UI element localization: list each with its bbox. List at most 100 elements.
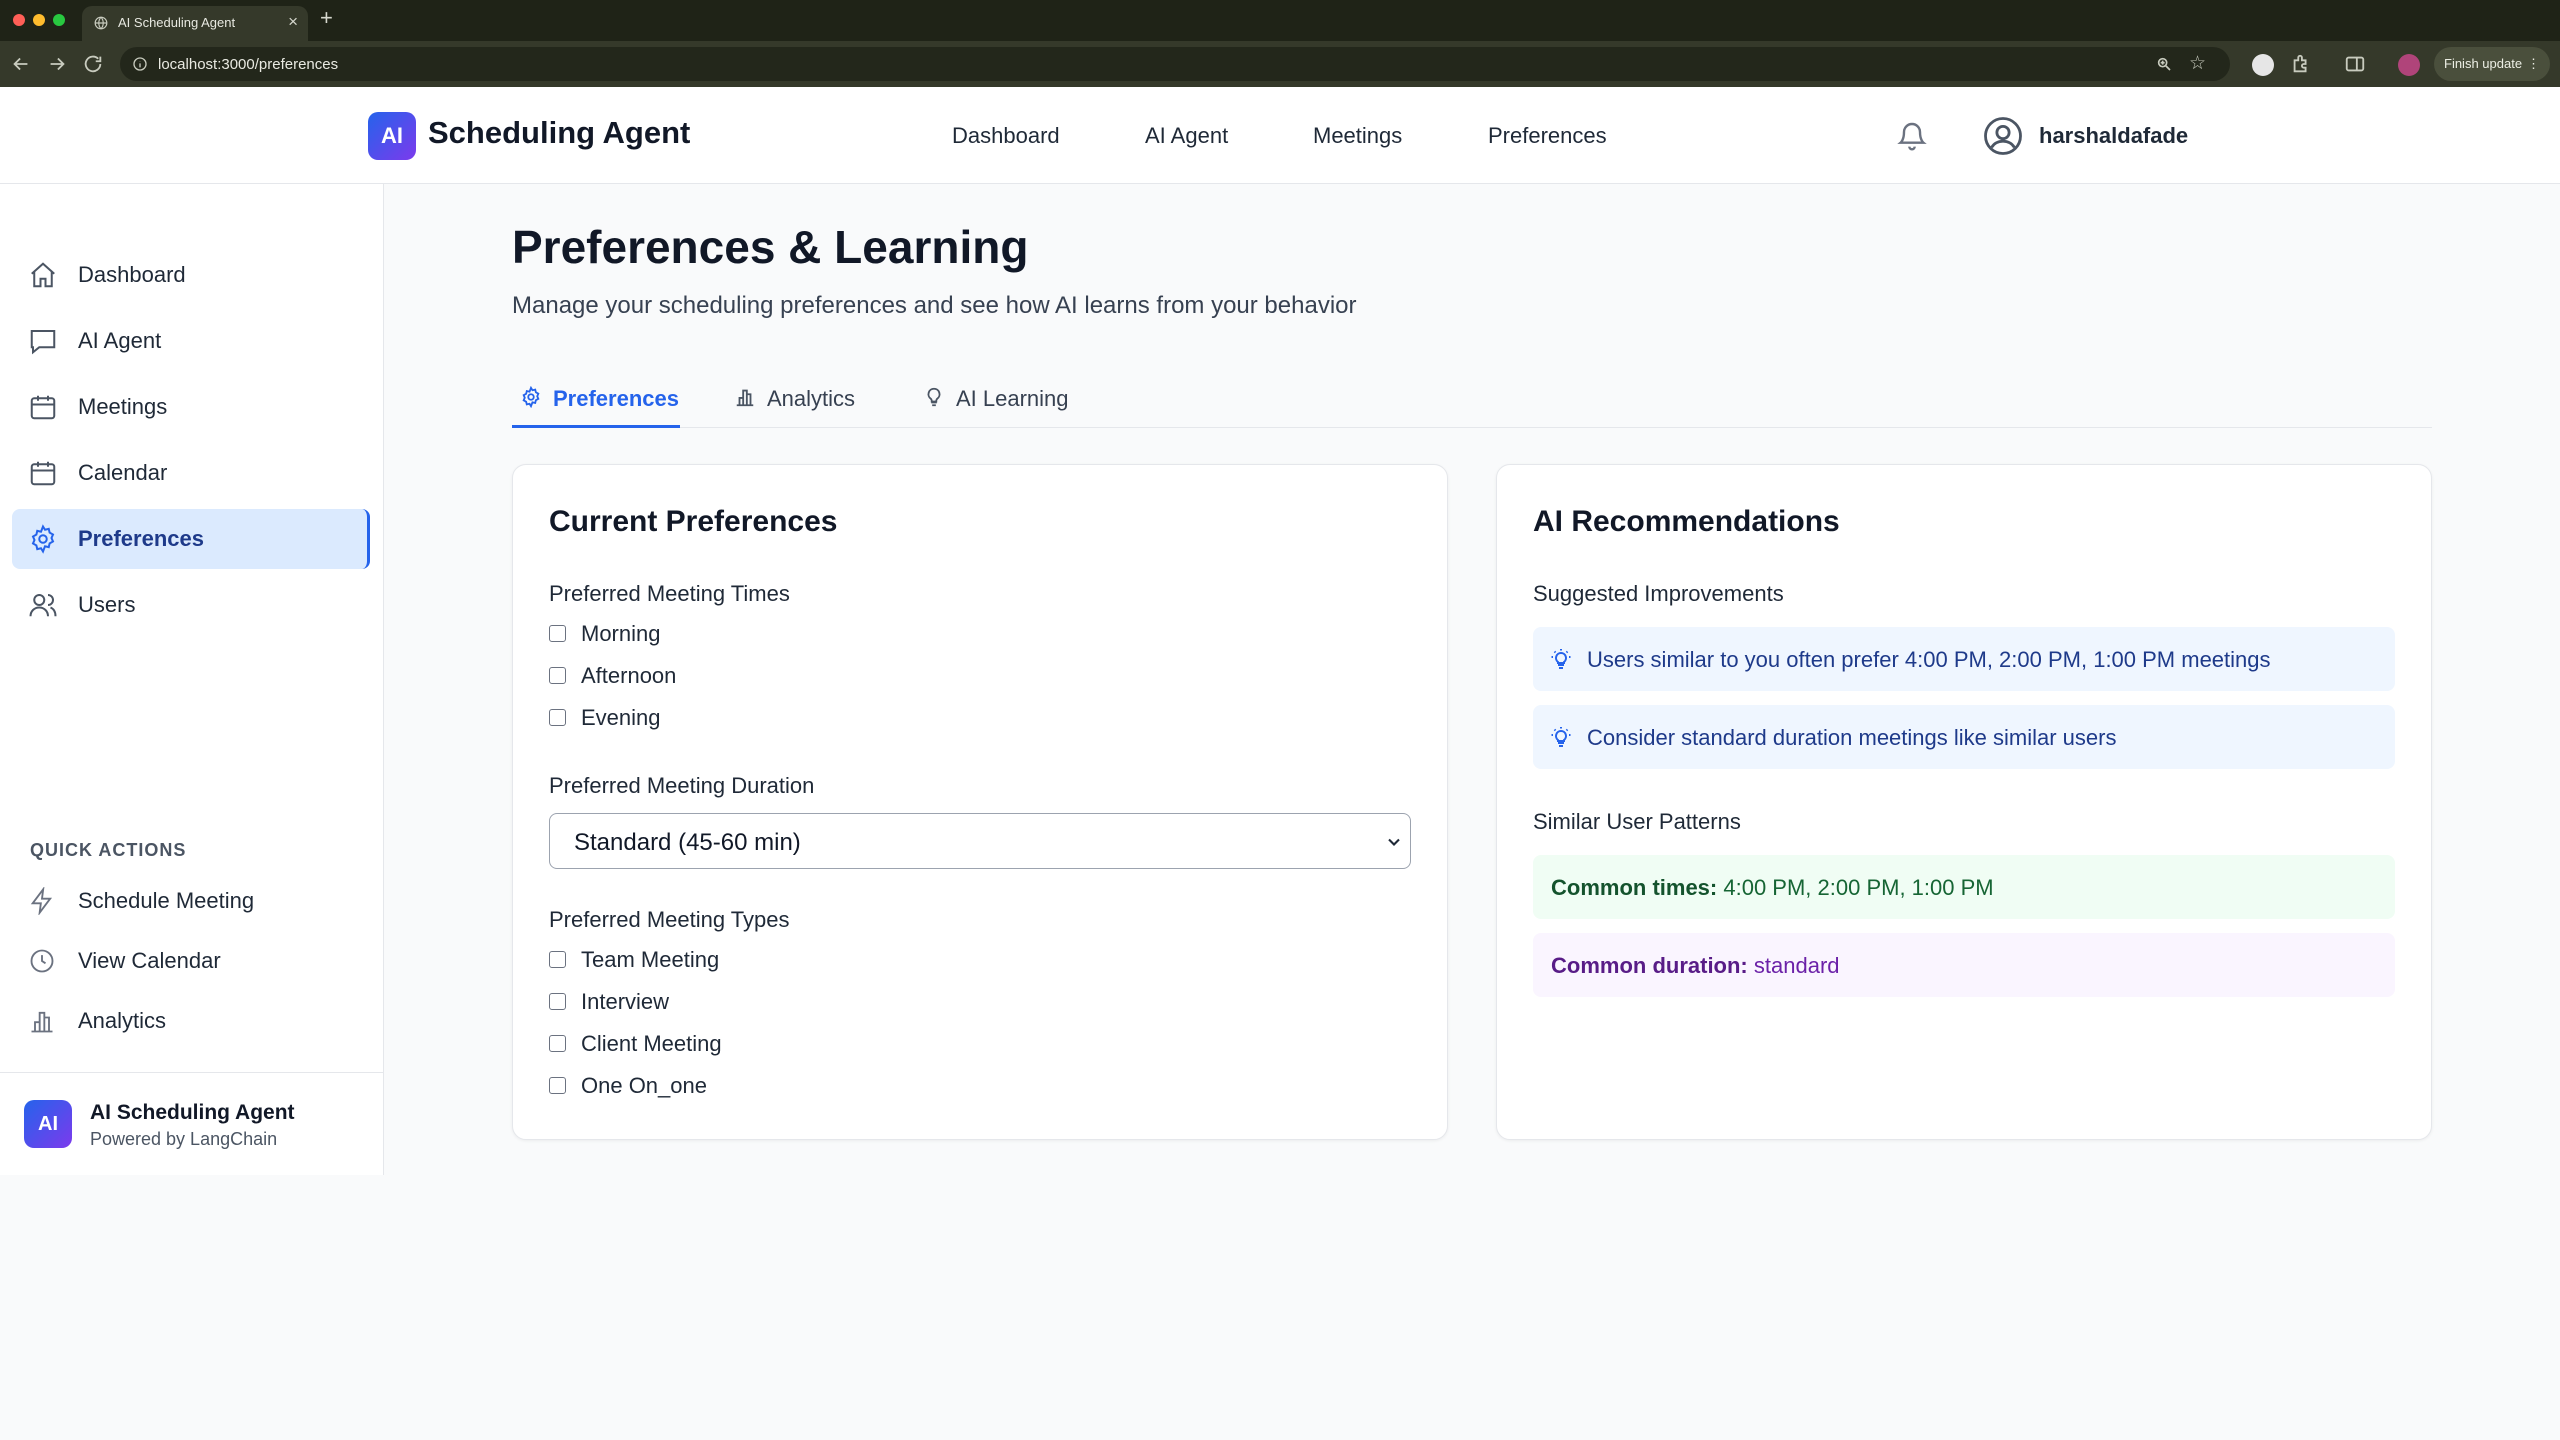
checkbox-label: Morning [581,621,661,646]
checkbox-box[interactable] [549,1077,566,1094]
topnav-ai-agent[interactable]: AI Agent [1145,123,1228,149]
quick-action-analytics[interactable]: Analytics [12,995,370,1047]
reload-icon[interactable] [82,53,104,75]
duration-select[interactable]: Standard (45-60 min) [549,813,1411,869]
sidebar-item-meetings[interactable]: Meetings [12,377,370,437]
user-avatar-icon[interactable] [1982,115,2024,157]
browser-tab-title: AI Scheduling Agent [118,15,236,30]
quick-action-label: Analytics [78,1008,167,1033]
checkbox-box[interactable] [549,993,566,1010]
browser-tab[interactable]: AI Scheduling Agent × [82,6,308,41]
calendar-icon [28,458,58,488]
gear-icon [28,524,58,554]
card-title: Current Preferences [549,505,838,538]
gear-icon [520,386,542,408]
side-panel-icon[interactable] [2344,53,2366,75]
sidebar-item-label: Calendar [78,460,168,485]
common-duration-value: standard [1753,953,1840,978]
ai-recommendations-card: AI Recommendations Suggested Improvement… [1496,464,2432,1140]
sidebar-item-label: Meetings [78,394,168,419]
sidebar-item-users[interactable]: Users [12,575,370,635]
footer-subtitle: Powered by LangChain [90,1129,278,1149]
globe-icon [94,16,108,30]
quick-action-schedule-meeting[interactable]: Schedule Meeting [12,875,370,927]
maximize-window-button[interactable] [53,14,65,26]
close-window-button[interactable] [13,14,25,26]
brand-title[interactable]: Scheduling Agent [428,115,690,151]
bar-chart-icon [734,386,756,408]
address-bar[interactable]: localhost:3000/preferences ☆ [120,47,2230,81]
profile-avatar-icon[interactable] [2398,54,2420,76]
browser-toolbar: localhost:3000/preferences ☆ Finish upda… [0,41,2560,87]
tab-preferences[interactable]: Preferences [512,370,680,428]
quick-actions-title: QUICK ACTIONS [30,840,187,860]
topnav-meetings[interactable]: Meetings [1313,123,1402,149]
url-text[interactable]: localhost:3000/preferences [158,56,338,73]
calendar-icon [28,392,58,422]
sidebar: Dashboard AI Agent Meetings Calendar Pre… [0,184,384,1175]
back-icon[interactable] [10,53,32,75]
meeting-times-label: Preferred Meeting Times [549,581,790,606]
sidebar-footer: AI AI Scheduling Agent Powered by LangCh… [0,1072,383,1175]
users-icon [28,590,58,620]
suggested-improvements-label: Suggested Improvements [1533,581,1784,606]
lightbulb-icon [1549,647,1573,671]
checkbox-box[interactable] [549,667,566,684]
close-tab-icon[interactable]: × [288,12,298,32]
lightbulb-icon [1549,725,1573,749]
improvement-item: Consider standard duration meetings like… [1533,705,2395,769]
extensions-puzzle-icon[interactable] [2290,53,2312,75]
finish-update-button[interactable]: Finish update ⋮ [2434,47,2550,81]
site-info-icon[interactable] [132,56,148,72]
tab-ai-learning[interactable]: AI Learning [915,370,1085,428]
tab-label: Analytics [767,386,856,411]
quick-action-label: Schedule Meeting [78,888,255,913]
bookmark-star-icon[interactable]: ☆ [2189,54,2206,73]
tab-analytics[interactable]: Analytics [726,370,876,428]
checkbox-box[interactable] [549,709,566,726]
improvement-item: Users similar to you often prefer 4:00 P… [1533,627,2395,691]
checkbox-box[interactable] [549,951,566,968]
more-vert-icon: ⋮ [2527,56,2540,71]
sidebar-item-label: Users [78,592,136,617]
sidebar-item-ai-agent[interactable]: AI Agent [12,311,370,371]
zoom-icon[interactable] [2156,56,2172,72]
browser-tabstrip: AI Scheduling Agent × + [0,0,2560,41]
app-logo[interactable]: AI [368,112,416,160]
sidebar-item-label: Preferences [78,526,204,551]
sidebar-item-dashboard[interactable]: Dashboard [12,245,370,305]
new-tab-icon[interactable]: + [320,5,333,31]
checkbox-label: Interview [581,989,670,1014]
username[interactable]: harshaldafade [2039,123,2188,149]
common-times-value: 4:00 PM, 2:00 PM, 1:00 PM [1723,875,1994,900]
extension-icon[interactable] [2252,54,2274,76]
topnav-preferences[interactable]: Preferences [1488,123,1607,149]
quick-action-label: View Calendar [78,948,221,973]
topnav-dashboard[interactable]: Dashboard [952,123,1060,149]
bell-icon[interactable] [1896,120,1928,152]
bolt-icon [28,887,56,915]
tab-label: Preferences [553,386,679,411]
lightbulb-icon [923,386,945,408]
tab-bar: Preferences Analytics AI Learning [512,370,2432,428]
home-icon [28,260,58,290]
forward-icon[interactable] [46,53,68,75]
sidebar-item-label: Dashboard [78,262,186,287]
similar-user-patterns-label: Similar User Patterns [1533,809,1741,834]
bar-chart-icon [28,1007,56,1035]
sidebar-item-preferences[interactable]: Preferences [12,509,370,569]
sidebar-item-calendar[interactable]: Calendar [12,443,370,503]
improvement-text: Consider standard duration meetings like… [1587,725,2117,750]
minimize-window-button[interactable] [33,14,45,26]
checkbox-label: Afternoon [581,663,677,688]
checkbox-label: Team Meeting [581,947,720,972]
checkbox-box[interactable] [549,625,566,642]
common-times-pattern: Common times: 4:00 PM, 2:00 PM, 1:00 PM [1533,855,2395,919]
current-preferences-card: Current Preferences Preferred Meeting Ti… [512,464,1448,1140]
page-subtitle: Manage your scheduling preferences and s… [512,292,1357,319]
common-duration-key: Common duration: [1551,953,1748,978]
checkbox-box[interactable] [549,1035,566,1052]
sidebar-item-label: AI Agent [78,328,162,353]
quick-action-view-calendar[interactable]: View Calendar [12,935,370,987]
tab-label: AI Learning [956,386,1069,411]
